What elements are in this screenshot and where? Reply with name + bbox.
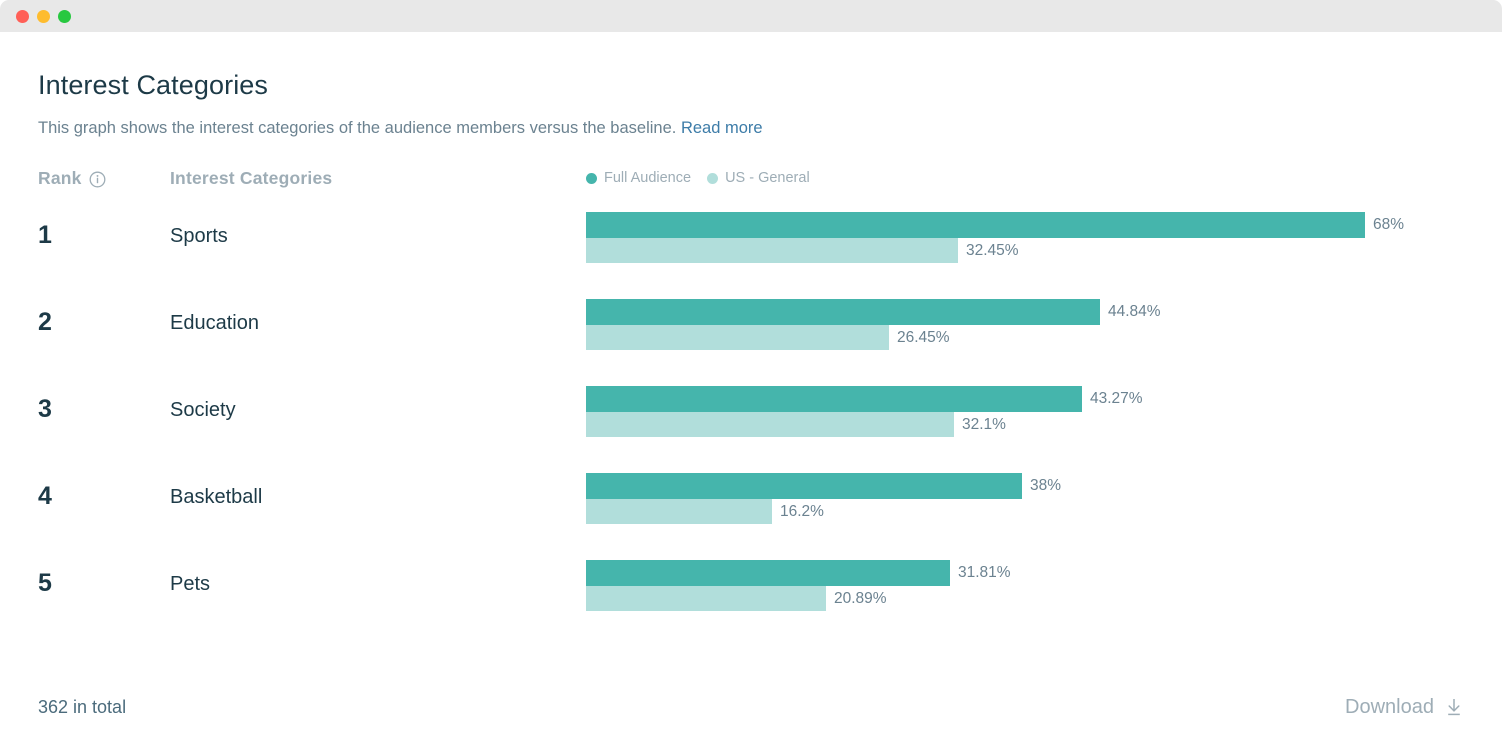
- page-title: Interest Categories: [38, 32, 1464, 102]
- subtitle-text: This graph shows the interest categories…: [38, 119, 676, 137]
- bar-value-full-audience: 44.84%: [1108, 302, 1161, 322]
- total-count-label: 362 in total: [38, 695, 126, 719]
- chart-legend: Full Audience US - General: [586, 168, 810, 188]
- bar-group-full-audience: 44.84%: [586, 299, 1161, 325]
- bar-full-audience[interactable]: [586, 560, 950, 586]
- row-category: Sports: [170, 222, 228, 250]
- row-rank: 5: [38, 568, 52, 598]
- row-category: Basketball: [170, 483, 262, 511]
- read-more-link[interactable]: Read more: [681, 119, 763, 137]
- legend-swatch-icon: [586, 173, 597, 184]
- bar-value-us-general: 26.45%: [897, 328, 950, 348]
- row-bars: 31.81% 20.89%: [586, 554, 1464, 641]
- row-bars: 38% 16.2%: [586, 467, 1464, 554]
- bar-value-us-general: 16.2%: [780, 502, 824, 522]
- legend-swatch-icon: [707, 173, 718, 184]
- bar-us-general[interactable]: [586, 325, 889, 350]
- table-row[interactable]: 2 Education 44.84% 26.45%: [38, 293, 1464, 380]
- table-row[interactable]: 5 Pets 31.81% 20.89%: [38, 554, 1464, 641]
- row-rank: 3: [38, 394, 52, 424]
- table-row[interactable]: 4 Basketball 38% 16.2%: [38, 467, 1464, 554]
- page-subtitle: This graph shows the interest categories…: [38, 117, 1464, 139]
- row-rank: 1: [38, 220, 52, 250]
- bar-value-us-general: 32.45%: [966, 241, 1019, 261]
- bar-group-us-general: 20.89%: [586, 586, 887, 611]
- bar-full-audience[interactable]: [586, 299, 1100, 325]
- info-circle-icon[interactable]: [89, 171, 106, 188]
- bar-group-full-audience: 68%: [586, 212, 1404, 238]
- column-headers: Rank Interest Categories Full Audience: [38, 166, 1464, 196]
- close-window-button[interactable]: [16, 10, 29, 23]
- bar-group-us-general: 32.1%: [586, 412, 1006, 437]
- rank-label: Rank: [38, 166, 82, 190]
- window-titlebar: [0, 0, 1502, 32]
- category-rows: 1 Sports 68% 32.45% 2 Education: [38, 206, 1464, 641]
- bar-us-general[interactable]: [586, 586, 826, 611]
- app-window: Interest Categories This graph shows the…: [0, 0, 1502, 742]
- bar-full-audience[interactable]: [586, 212, 1365, 238]
- download-label: Download: [1345, 694, 1434, 720]
- row-bars: 68% 32.45%: [586, 206, 1464, 293]
- bar-group-us-general: 32.45%: [586, 238, 1019, 263]
- column-header-category: Interest Categories: [170, 166, 332, 190]
- bar-group-full-audience: 43.27%: [586, 386, 1143, 412]
- download-button[interactable]: Download: [1345, 694, 1464, 720]
- category-label: Interest Categories: [170, 166, 332, 190]
- column-header-rank: Rank: [38, 166, 106, 190]
- traffic-lights: [16, 10, 71, 23]
- download-arrow-icon: [1444, 697, 1464, 717]
- row-rank: 2: [38, 307, 52, 337]
- bar-full-audience[interactable]: [586, 386, 1082, 412]
- table-row[interactable]: 1 Sports 68% 32.45%: [38, 206, 1464, 293]
- row-bars: 43.27% 32.1%: [586, 380, 1464, 467]
- bar-group-us-general: 16.2%: [586, 499, 824, 524]
- bar-us-general[interactable]: [586, 499, 772, 524]
- row-category: Education: [170, 309, 259, 337]
- row-category: Society: [170, 396, 236, 424]
- bar-group-full-audience: 38%: [586, 473, 1061, 499]
- bar-group-full-audience: 31.81%: [586, 560, 1011, 586]
- interest-categories-card: Interest Categories This graph shows the…: [0, 32, 1502, 742]
- bar-value-full-audience: 31.81%: [958, 563, 1011, 583]
- bar-value-us-general: 32.1%: [962, 415, 1006, 435]
- legend-label: Full Audience: [604, 168, 691, 188]
- bar-us-general[interactable]: [586, 238, 958, 263]
- minimize-window-button[interactable]: [37, 10, 50, 23]
- table-row[interactable]: 3 Society 43.27% 32.1%: [38, 380, 1464, 467]
- maximize-window-button[interactable]: [58, 10, 71, 23]
- legend-item-us-general[interactable]: US - General: [707, 168, 810, 188]
- legend-label: US - General: [725, 168, 810, 188]
- row-rank: 4: [38, 481, 52, 511]
- row-bars: 44.84% 26.45%: [586, 293, 1464, 380]
- bar-group-us-general: 26.45%: [586, 325, 950, 350]
- bar-full-audience[interactable]: [586, 473, 1022, 499]
- card-footer: 362 in total Download: [38, 692, 1464, 722]
- bar-value-us-general: 20.89%: [834, 589, 887, 609]
- row-category: Pets: [170, 570, 210, 598]
- bar-value-full-audience: 68%: [1373, 215, 1404, 235]
- bar-us-general[interactable]: [586, 412, 954, 437]
- bar-value-full-audience: 43.27%: [1090, 389, 1143, 409]
- bar-value-full-audience: 38%: [1030, 476, 1061, 496]
- legend-item-full-audience[interactable]: Full Audience: [586, 168, 691, 188]
